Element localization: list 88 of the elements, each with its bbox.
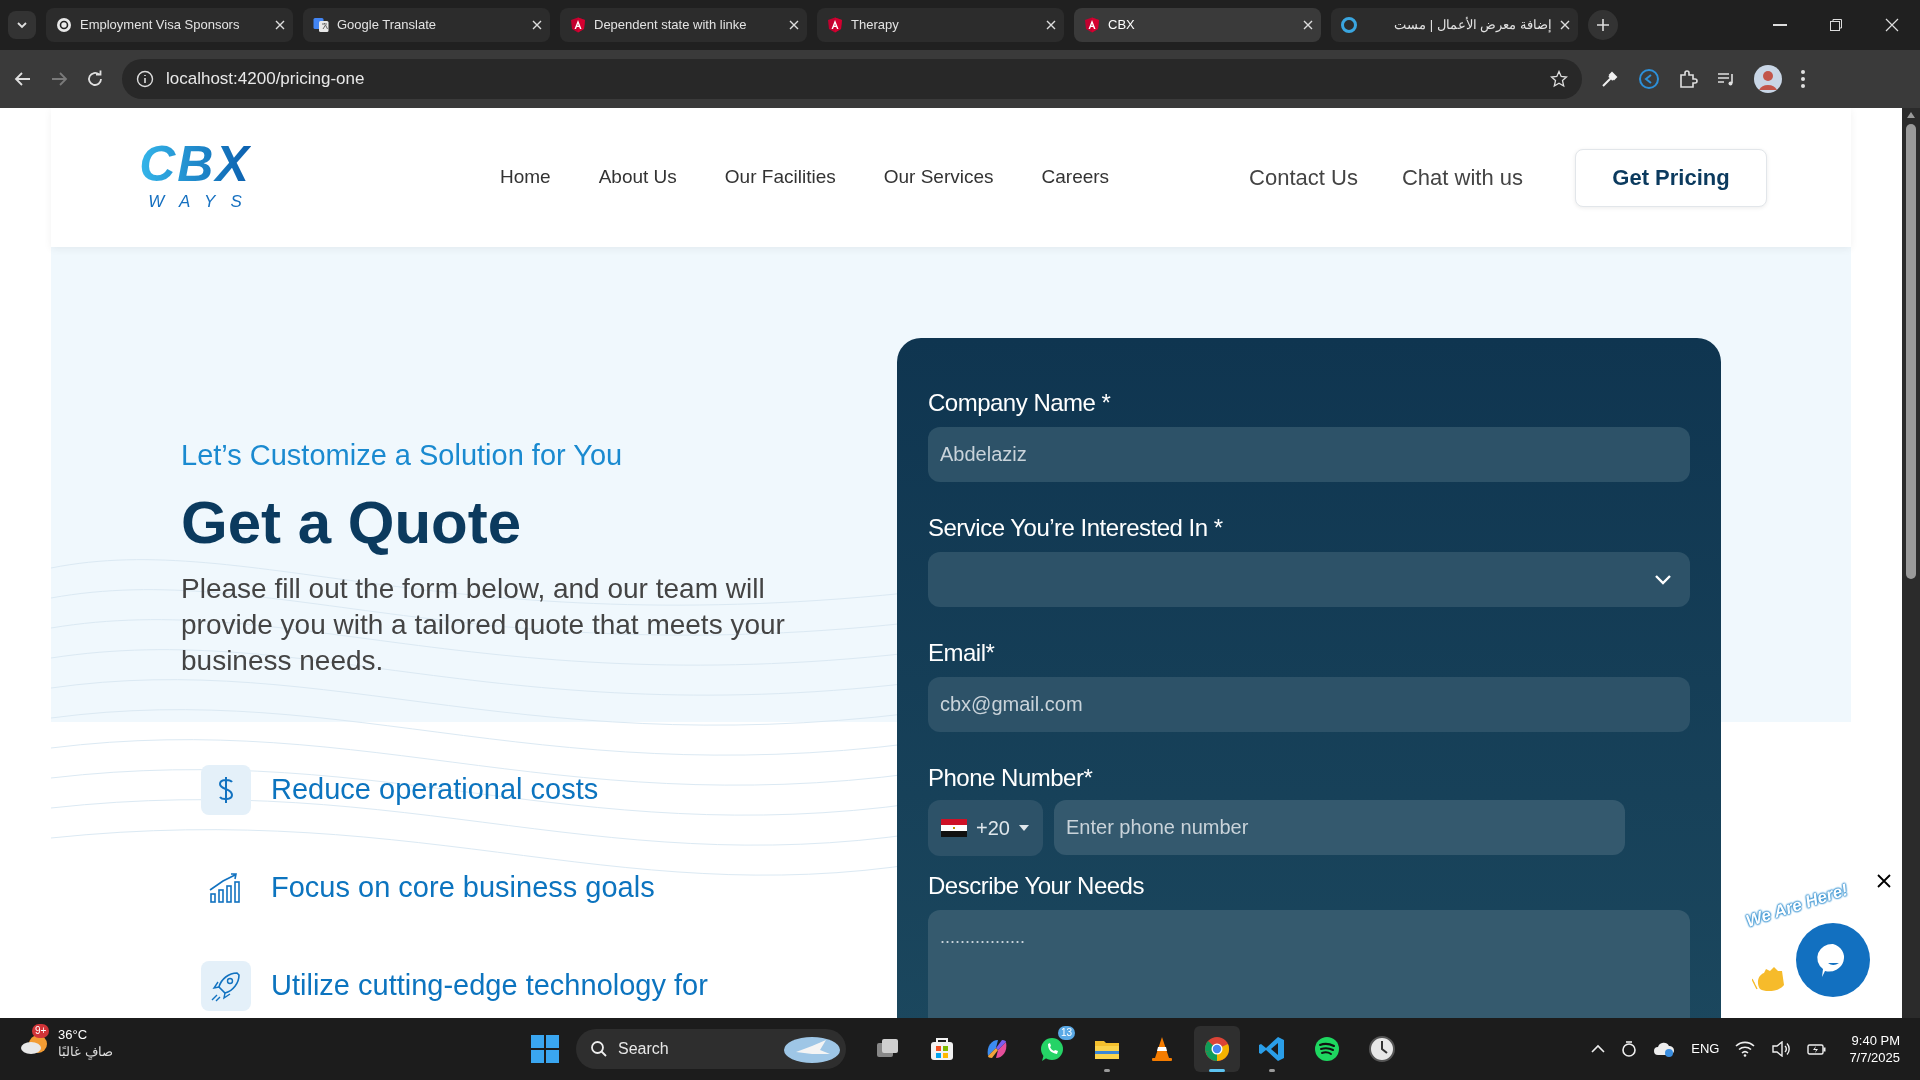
close-icon[interactable] (789, 20, 799, 30)
wifi-icon[interactable] (1735, 1041, 1756, 1057)
notification-badge: 9+ (32, 1024, 50, 1038)
code-editor-icon (1257, 1034, 1287, 1064)
field-label: Email* (928, 638, 996, 668)
chevron-up-icon[interactable] (1591, 1044, 1606, 1054)
reload-icon[interactable] (86, 70, 104, 88)
shield-icon (570, 17, 586, 33)
feature-text: Focus on core business goals (271, 870, 655, 906)
address-bar[interactable]: localhost:4200/pricing-one (122, 59, 1582, 99)
scrollbar[interactable] (1902, 108, 1920, 1018)
input-field[interactable]: Abdelaziz (928, 427, 1690, 482)
nav-link[interactable]: Chat with us (1401, 161, 1523, 194)
caption-text: We Are Here! (1742, 879, 1852, 933)
weather-condition-text: صافٍ غالبًا (58, 1043, 113, 1060)
country-code-selector[interactable]: +20 (928, 800, 1043, 856)
search-box[interactable]: Search (576, 1029, 846, 1069)
close-icon (1884, 17, 1900, 33)
forward-icon[interactable] (50, 70, 68, 88)
shield-icon (827, 17, 843, 33)
restore-icon (1828, 17, 1844, 33)
input-field[interactable]: cbx@gmail.com (928, 677, 1690, 732)
close-icon[interactable] (532, 20, 542, 30)
eyebrow-text: Let’s Customize a Solution for You (181, 438, 624, 473)
close-icon (1877, 874, 1891, 888)
feature-text: Utilize cutting-edge technology for (271, 968, 708, 1004)
clock-icon (1367, 1034, 1397, 1064)
language-indicator[interactable]: ENG (1691, 1039, 1720, 1059)
nav-link[interactable]: Our Facilities (724, 163, 836, 192)
dropdown-field[interactable] (928, 552, 1690, 607)
close-icon[interactable] (275, 20, 285, 30)
temperature-text: 36°C (58, 1026, 89, 1043)
clock-time[interactable]: 9:40 PM (1851, 1032, 1900, 1049)
cloud-icon[interactable] (1653, 1041, 1676, 1057)
description-text: Please fill out the form below, and our team will provide you with a tailored quote that meets your business needs. (181, 572, 786, 678)
star-icon[interactable] (1550, 70, 1568, 88)
field-label: Company Name * (928, 388, 1112, 418)
dollar-icon (218, 776, 234, 804)
notification-badge: 13 (1057, 1026, 1075, 1040)
logo-tagline: WAYS (147, 190, 257, 213)
field-label: Phone Number* (928, 763, 1094, 793)
text-area-field[interactable]: ................. (928, 910, 1690, 1018)
field-label: Service You’re Interested In * (928, 513, 1224, 543)
puzzle-icon[interactable] (1678, 69, 1698, 89)
flag-icon (941, 819, 967, 837)
get-pricing-button[interactable]: Get Pricing (1575, 148, 1767, 207)
feature-text: Reduce operational costs (271, 772, 599, 808)
browser-tab[interactable]: Employment Visa Sponsors (46, 8, 293, 42)
minimize-icon (1773, 24, 1787, 26)
battery-icon[interactable] (1807, 1041, 1828, 1057)
more-icon[interactable] (1800, 69, 1806, 89)
browser-tab[interactable]: Therapy (817, 8, 1064, 42)
nav-link[interactable]: About Us (598, 163, 677, 192)
taskbar-app-button[interactable] (1194, 1026, 1240, 1072)
nav-link[interactable]: Careers (1041, 163, 1110, 192)
browser-tab[interactable]: إضافة معرض الأعمال | مست (1331, 8, 1578, 42)
nav-link[interactable]: Our Services (883, 163, 994, 192)
music-icon (1312, 1034, 1342, 1064)
ring-icon[interactable] (1621, 1040, 1638, 1058)
info-icon[interactable] (136, 70, 154, 88)
caret-icon (1018, 825, 1029, 831)
translate-icon (313, 17, 329, 33)
shield-icon (1084, 17, 1100, 33)
clock-date[interactable]: 7/7/2025 (1849, 1049, 1900, 1066)
tab-search-button[interactable] (8, 11, 36, 39)
browser-tab[interactable]: Dependent state with linke (560, 8, 807, 42)
chevron-down-icon (16, 19, 28, 31)
eyedropper-icon[interactable] (1600, 69, 1620, 89)
search-icon (590, 1040, 608, 1058)
plus-icon (1596, 18, 1610, 32)
close-icon[interactable] (1560, 20, 1570, 30)
browser-tab[interactable]: CBX (1074, 8, 1321, 42)
browser-tab[interactable]: Google Translate (303, 8, 550, 42)
new-tab-button[interactable] (1588, 10, 1618, 40)
volume-icon[interactable] (1771, 1041, 1792, 1057)
extension-icon[interactable] (1638, 68, 1660, 90)
field-label: Describe Your Needs (928, 871, 1145, 901)
nav-link[interactable]: Contact Us (1249, 161, 1358, 194)
phone-input-field[interactable]: Enter phone number (1054, 800, 1625, 855)
chevron-down-icon (1654, 573, 1672, 586)
close-icon[interactable] (1046, 20, 1056, 30)
ring-icon (1341, 17, 1357, 33)
close-icon[interactable] (1303, 20, 1313, 30)
page-heading: Get a Quote (181, 488, 523, 558)
windows-start-icon[interactable] (530, 1034, 560, 1064)
back-icon[interactable] (14, 70, 32, 88)
nav-link[interactable]: Home (500, 163, 551, 192)
avatar-icon[interactable] (1754, 65, 1782, 93)
